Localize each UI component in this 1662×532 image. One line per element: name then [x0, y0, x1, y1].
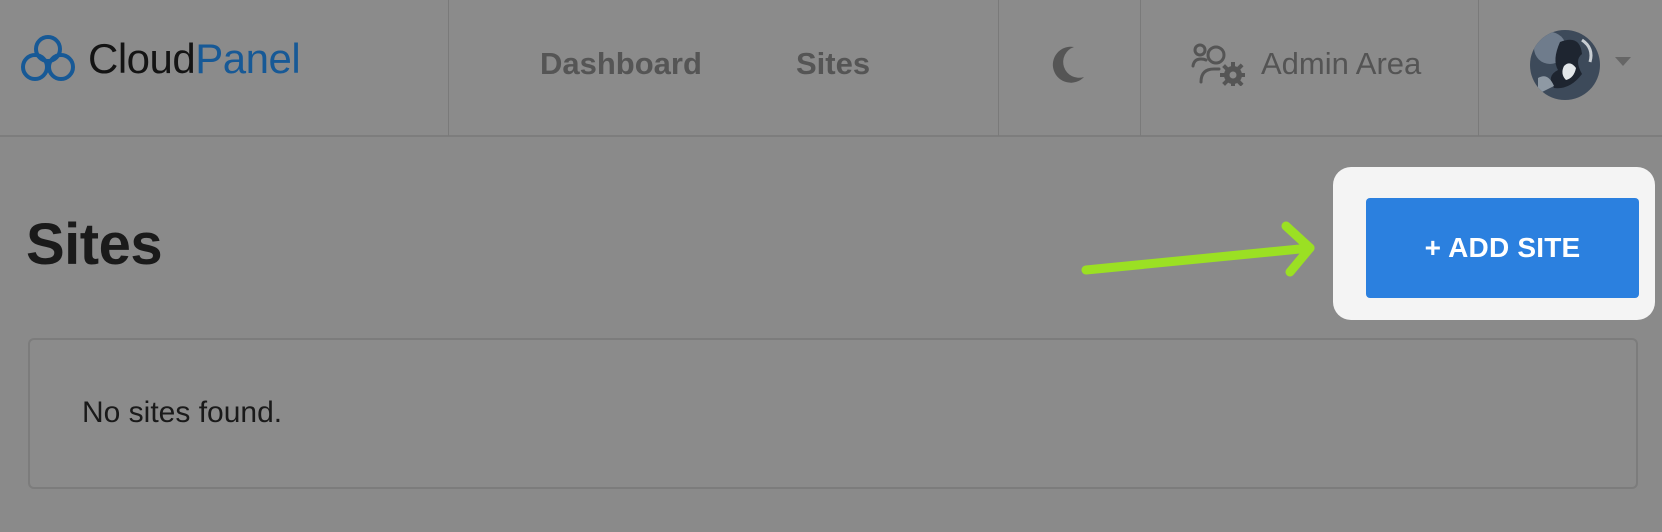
- sites-list-panel: No sites found.: [28, 338, 1638, 489]
- nav-divider: [448, 0, 449, 136]
- nav-link-sites[interactable]: Sites: [796, 44, 870, 84]
- avatar-image[interactable]: [1530, 30, 1600, 100]
- caret-down-icon[interactable]: [1614, 56, 1632, 68]
- empty-state-message: No sites found.: [82, 396, 283, 429]
- page-title: Sites: [26, 212, 163, 277]
- brand-logo[interactable]: CloudPanel: [20, 33, 301, 85]
- admin-area-label: Admin Area: [1261, 46, 1422, 81]
- brand-name-part1: Cloud: [88, 35, 196, 82]
- moon-icon[interactable]: [1050, 45, 1086, 83]
- annotation-arrow: [1081, 221, 1315, 277]
- nav-divider: [1478, 0, 1479, 136]
- nav-divider: [998, 0, 999, 136]
- cloud-logo-icon: [21, 35, 75, 81]
- users-cog-icon: [1191, 43, 1245, 86]
- brand-name-part2: Panel: [195, 35, 301, 82]
- nav-divider: [1140, 0, 1141, 136]
- admin-area-link[interactable]: Admin Area: [1191, 40, 1421, 88]
- add-site-button[interactable]: + ADD SITE: [1366, 198, 1639, 298]
- brand-name: CloudPanel: [88, 35, 301, 82]
- top-navigation-bar: CloudPanel Dashboard Sites Admin Area: [0, 0, 1662, 137]
- nav-link-dashboard[interactable]: Dashboard: [540, 44, 702, 84]
